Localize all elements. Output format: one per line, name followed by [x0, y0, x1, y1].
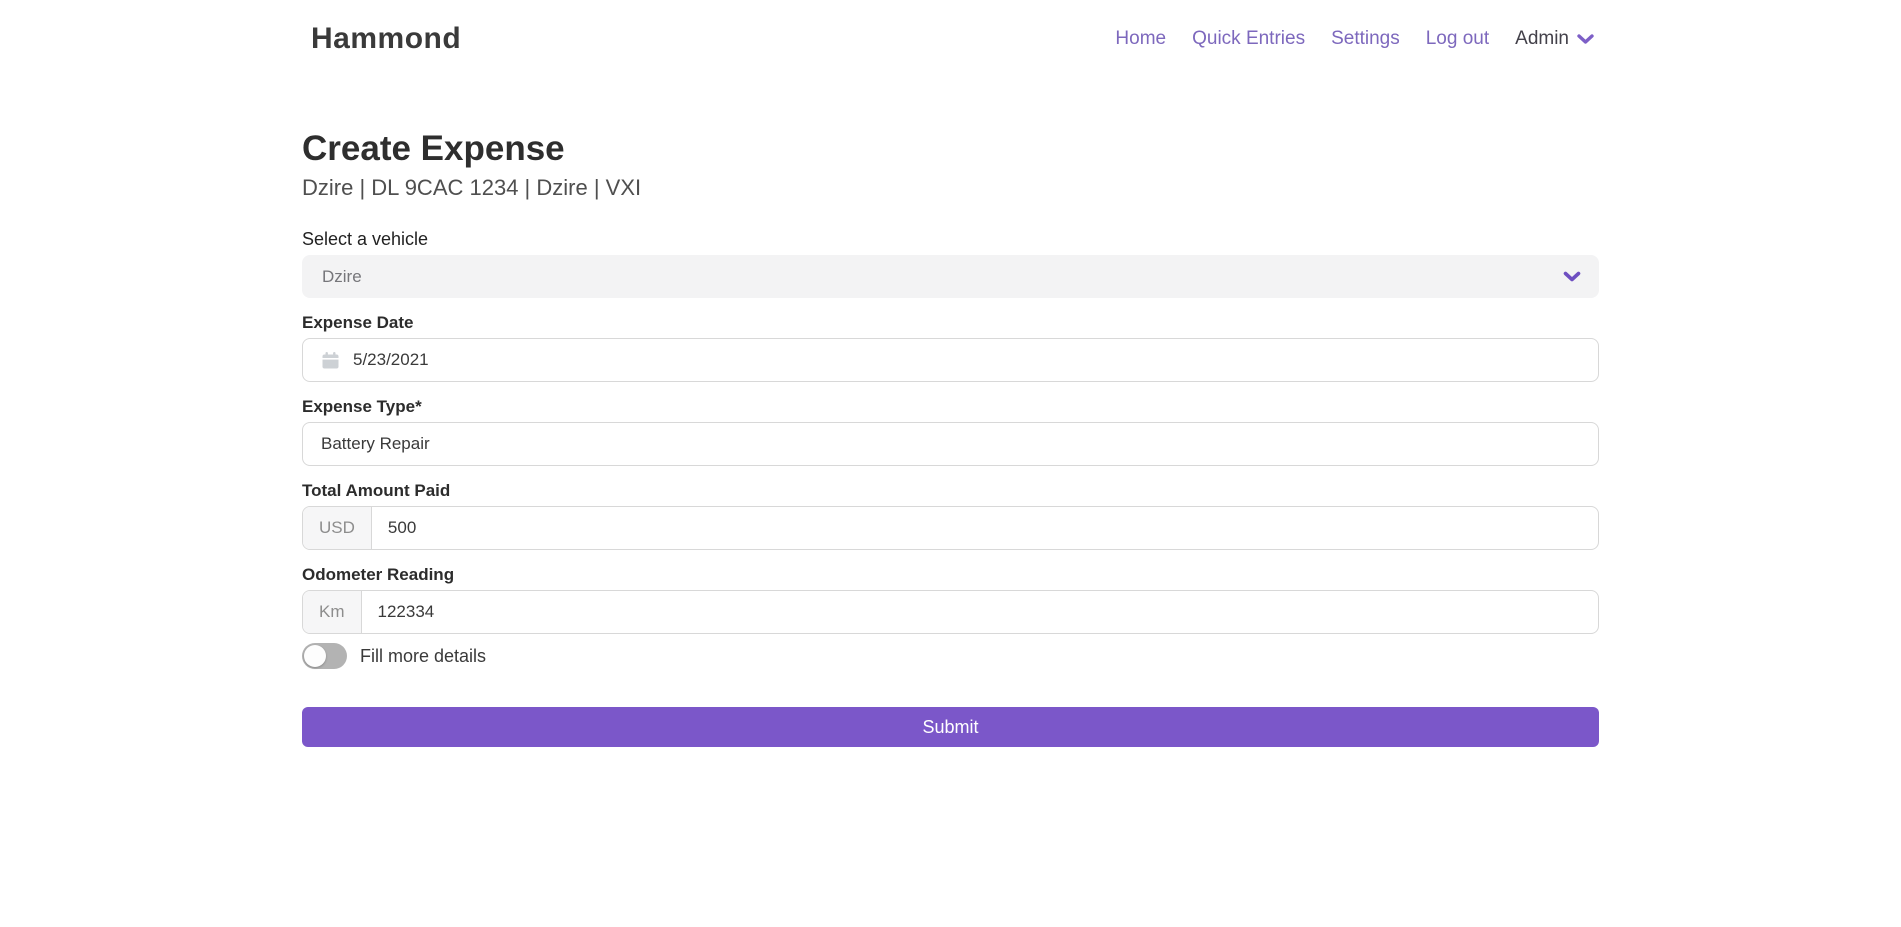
user-menu-admin[interactable]: Admin — [1515, 28, 1594, 50]
user-menu-label: Admin — [1515, 28, 1569, 50]
odometer-field: Km — [302, 590, 1599, 634]
expense-date-input[interactable] — [353, 350, 1580, 370]
fill-more-details-row: Fill more details — [302, 643, 1599, 669]
expense-date-field[interactable] — [302, 338, 1599, 382]
odometer-label: Odometer Reading — [302, 564, 1599, 586]
calendar-icon — [321, 351, 340, 370]
nav-link-home[interactable]: Home — [1115, 28, 1166, 50]
expense-type-input[interactable] — [302, 422, 1599, 466]
vehicle-select-value: Dzire — [322, 267, 362, 287]
create-expense-form: Create Expense Dzire | DL 9CAC 1234 | Dz… — [302, 78, 1599, 747]
total-amount-label: Total Amount Paid — [302, 480, 1599, 502]
vehicle-select-label: Select a vehicle — [302, 228, 1599, 250]
expense-type-label: Expense Type* — [302, 396, 1599, 418]
fill-more-details-label: Fill more details — [360, 646, 486, 667]
expense-date-label: Expense Date — [302, 312, 1599, 334]
toggle-knob — [304, 645, 326, 667]
page-title: Create Expense — [302, 128, 1599, 170]
vehicle-summary: Dzire | DL 9CAC 1234 | Dzire | VXI — [302, 174, 1599, 202]
total-amount-input[interactable] — [372, 507, 1598, 549]
vehicle-select[interactable]: Dzire — [302, 255, 1599, 298]
nav-link-settings[interactable]: Settings — [1331, 28, 1400, 50]
submit-button[interactable]: Submit — [302, 707, 1599, 747]
navbar: Hammond Home Quick Entries Settings Log … — [0, 0, 1901, 78]
nav-link-quick-entries[interactable]: Quick Entries — [1192, 28, 1305, 50]
nav-links: Home Quick Entries Settings Log out Admi… — [1115, 28, 1594, 50]
currency-unit-addon: USD — [303, 507, 372, 549]
nav-link-logout[interactable]: Log out — [1426, 28, 1489, 50]
total-amount-field: USD — [302, 506, 1599, 550]
chevron-down-icon — [1563, 270, 1581, 283]
brand-logo[interactable]: Hammond — [311, 22, 461, 56]
distance-unit-addon: Km — [303, 591, 362, 633]
fill-more-details-toggle[interactable] — [302, 643, 347, 669]
chevron-down-icon — [1577, 33, 1594, 45]
odometer-input[interactable] — [362, 591, 1599, 633]
